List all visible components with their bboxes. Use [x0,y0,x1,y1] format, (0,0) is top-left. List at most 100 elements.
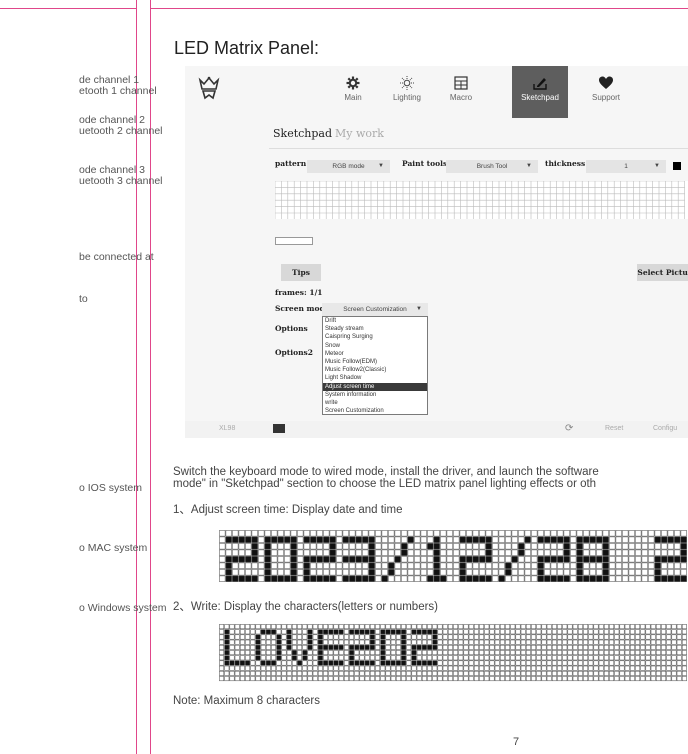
led-pixel-off [271,562,278,569]
led-pixel-off [466,562,473,569]
led-pixel-off [635,660,641,666]
led-pixel-off [336,530,343,537]
led-pixel-off [484,644,490,650]
color-swatch[interactable] [673,162,681,170]
led-pixel-off [676,650,682,656]
dropdown-option[interactable]: Snow [323,342,427,350]
led-pixel-off [251,562,258,569]
keyboard-icon[interactable] [273,424,285,433]
led-pixel-off [375,665,381,671]
led-pixel-off [671,644,677,650]
led-pixel-off [511,549,518,556]
dropdown-option[interactable]: Music Follow2(Classic) [323,366,427,374]
led-pixel-off [407,530,414,537]
led-pixel-off [622,569,629,576]
nav-macro[interactable]: Macro [433,66,489,118]
led-pixel-off [453,676,459,682]
led-pixel-off [468,629,474,635]
reset-button[interactable]: Reset [605,425,623,432]
led-pixel-off [414,543,421,550]
dropdown-option[interactable]: Adjust screen time [323,382,427,391]
led-pixel-off [312,655,318,661]
led-pixel-off [317,676,323,682]
led-pixel-off [524,543,531,550]
led-pixel-on [317,634,323,640]
led-pixel-off [640,655,646,661]
led-pixel-off [624,639,630,645]
led-pixel-off [390,639,396,645]
led-pixel-off [369,676,375,682]
led-pixel-off [234,624,240,630]
led-pixel-off [229,670,235,676]
led-pixel-off [411,676,417,682]
led-pixel-off [489,665,495,671]
led-pixel-off [395,650,401,656]
nav-support[interactable]: Support [578,66,634,118]
led-pixel-off [635,634,641,640]
frame-strip[interactable] [275,237,313,245]
led-pixel-off [505,530,512,537]
led-pixel-on [302,655,308,661]
led-pixel-off [312,650,318,656]
led-pixel-off [546,639,552,645]
led-pixel-off [219,536,226,543]
led-pixel-off [515,650,521,656]
led-pixel-on [225,569,232,576]
dropdown-option[interactable]: write [323,399,427,407]
dropdown-option[interactable]: Music Follow(EDM) [323,358,427,366]
led-pixel-off [598,634,604,640]
led-pixel-off [432,676,438,682]
led-pixel-off [401,569,408,576]
tips-button[interactable]: Tips [281,264,321,281]
led-pixel-off [520,670,526,676]
led-pixel-off [562,644,568,650]
dropdown-option[interactable]: Drift [323,317,427,325]
led-pixel-off [406,634,412,640]
led-pixel-off [375,660,381,666]
led-pixel-on [654,556,661,563]
led-pixel-off [447,639,453,645]
led-pixel-off [524,562,531,569]
led-pixel-off [479,676,485,682]
led-pixel-off [381,556,388,563]
select-picture-button[interactable]: Select Picture [637,264,688,281]
led-pixel-off [520,629,526,635]
led-pixel-off [381,536,388,543]
led-pixel-off [307,665,313,671]
led-pixel-off [323,670,329,676]
dropdown-option[interactable]: Caispring Surging [323,333,427,341]
led-pixel-on [661,575,668,582]
dropdown-option[interactable]: Light Shadow [323,374,427,382]
nav-lighting[interactable]: Lighting [379,66,435,118]
dropdown-option[interactable]: Meteor [323,350,427,358]
nav-main[interactable]: Main [325,66,381,118]
led-pixel-off [628,569,635,576]
paint-tools-select[interactable]: Brush Tool ▼ [446,160,538,173]
led-pixel-on [557,556,564,563]
led-pixel-off [619,660,625,666]
tab-sketchpad[interactable]: Sketchpad [273,127,332,140]
nav-sketchpad[interactable]: Sketchpad [512,66,568,118]
led-pixel-off [312,665,318,671]
screen-mode-select[interactable]: Screen Customization ▼ [322,303,428,316]
led-pixel-off [447,670,453,676]
led-pixel-off [546,660,552,666]
dropdown-option[interactable]: System information [323,391,427,399]
led-pixel-off [349,624,355,630]
dropdown-option[interactable]: Steady stream [323,325,427,333]
led-pixel-on [310,556,317,563]
led-pixel-off [671,629,677,635]
sketch-grid[interactable] [275,181,688,219]
configure-button[interactable]: Configu [653,425,677,432]
led-pixel-off [515,670,521,676]
led-pixel-off [472,549,479,556]
led-pixel-off [666,639,672,645]
pattern-select[interactable]: RGB mode ▼ [307,160,390,173]
refresh-icon[interactable]: ⟳ [565,423,573,434]
tab-my-work[interactable]: My work [335,127,384,140]
dropdown-option[interactable]: Screen Customization [323,407,427,415]
thickness-select[interactable]: 1 ▼ [586,160,666,173]
led-pixel-off [219,624,225,630]
led-pixel-off [291,660,297,666]
led-pixel-off [359,634,365,640]
